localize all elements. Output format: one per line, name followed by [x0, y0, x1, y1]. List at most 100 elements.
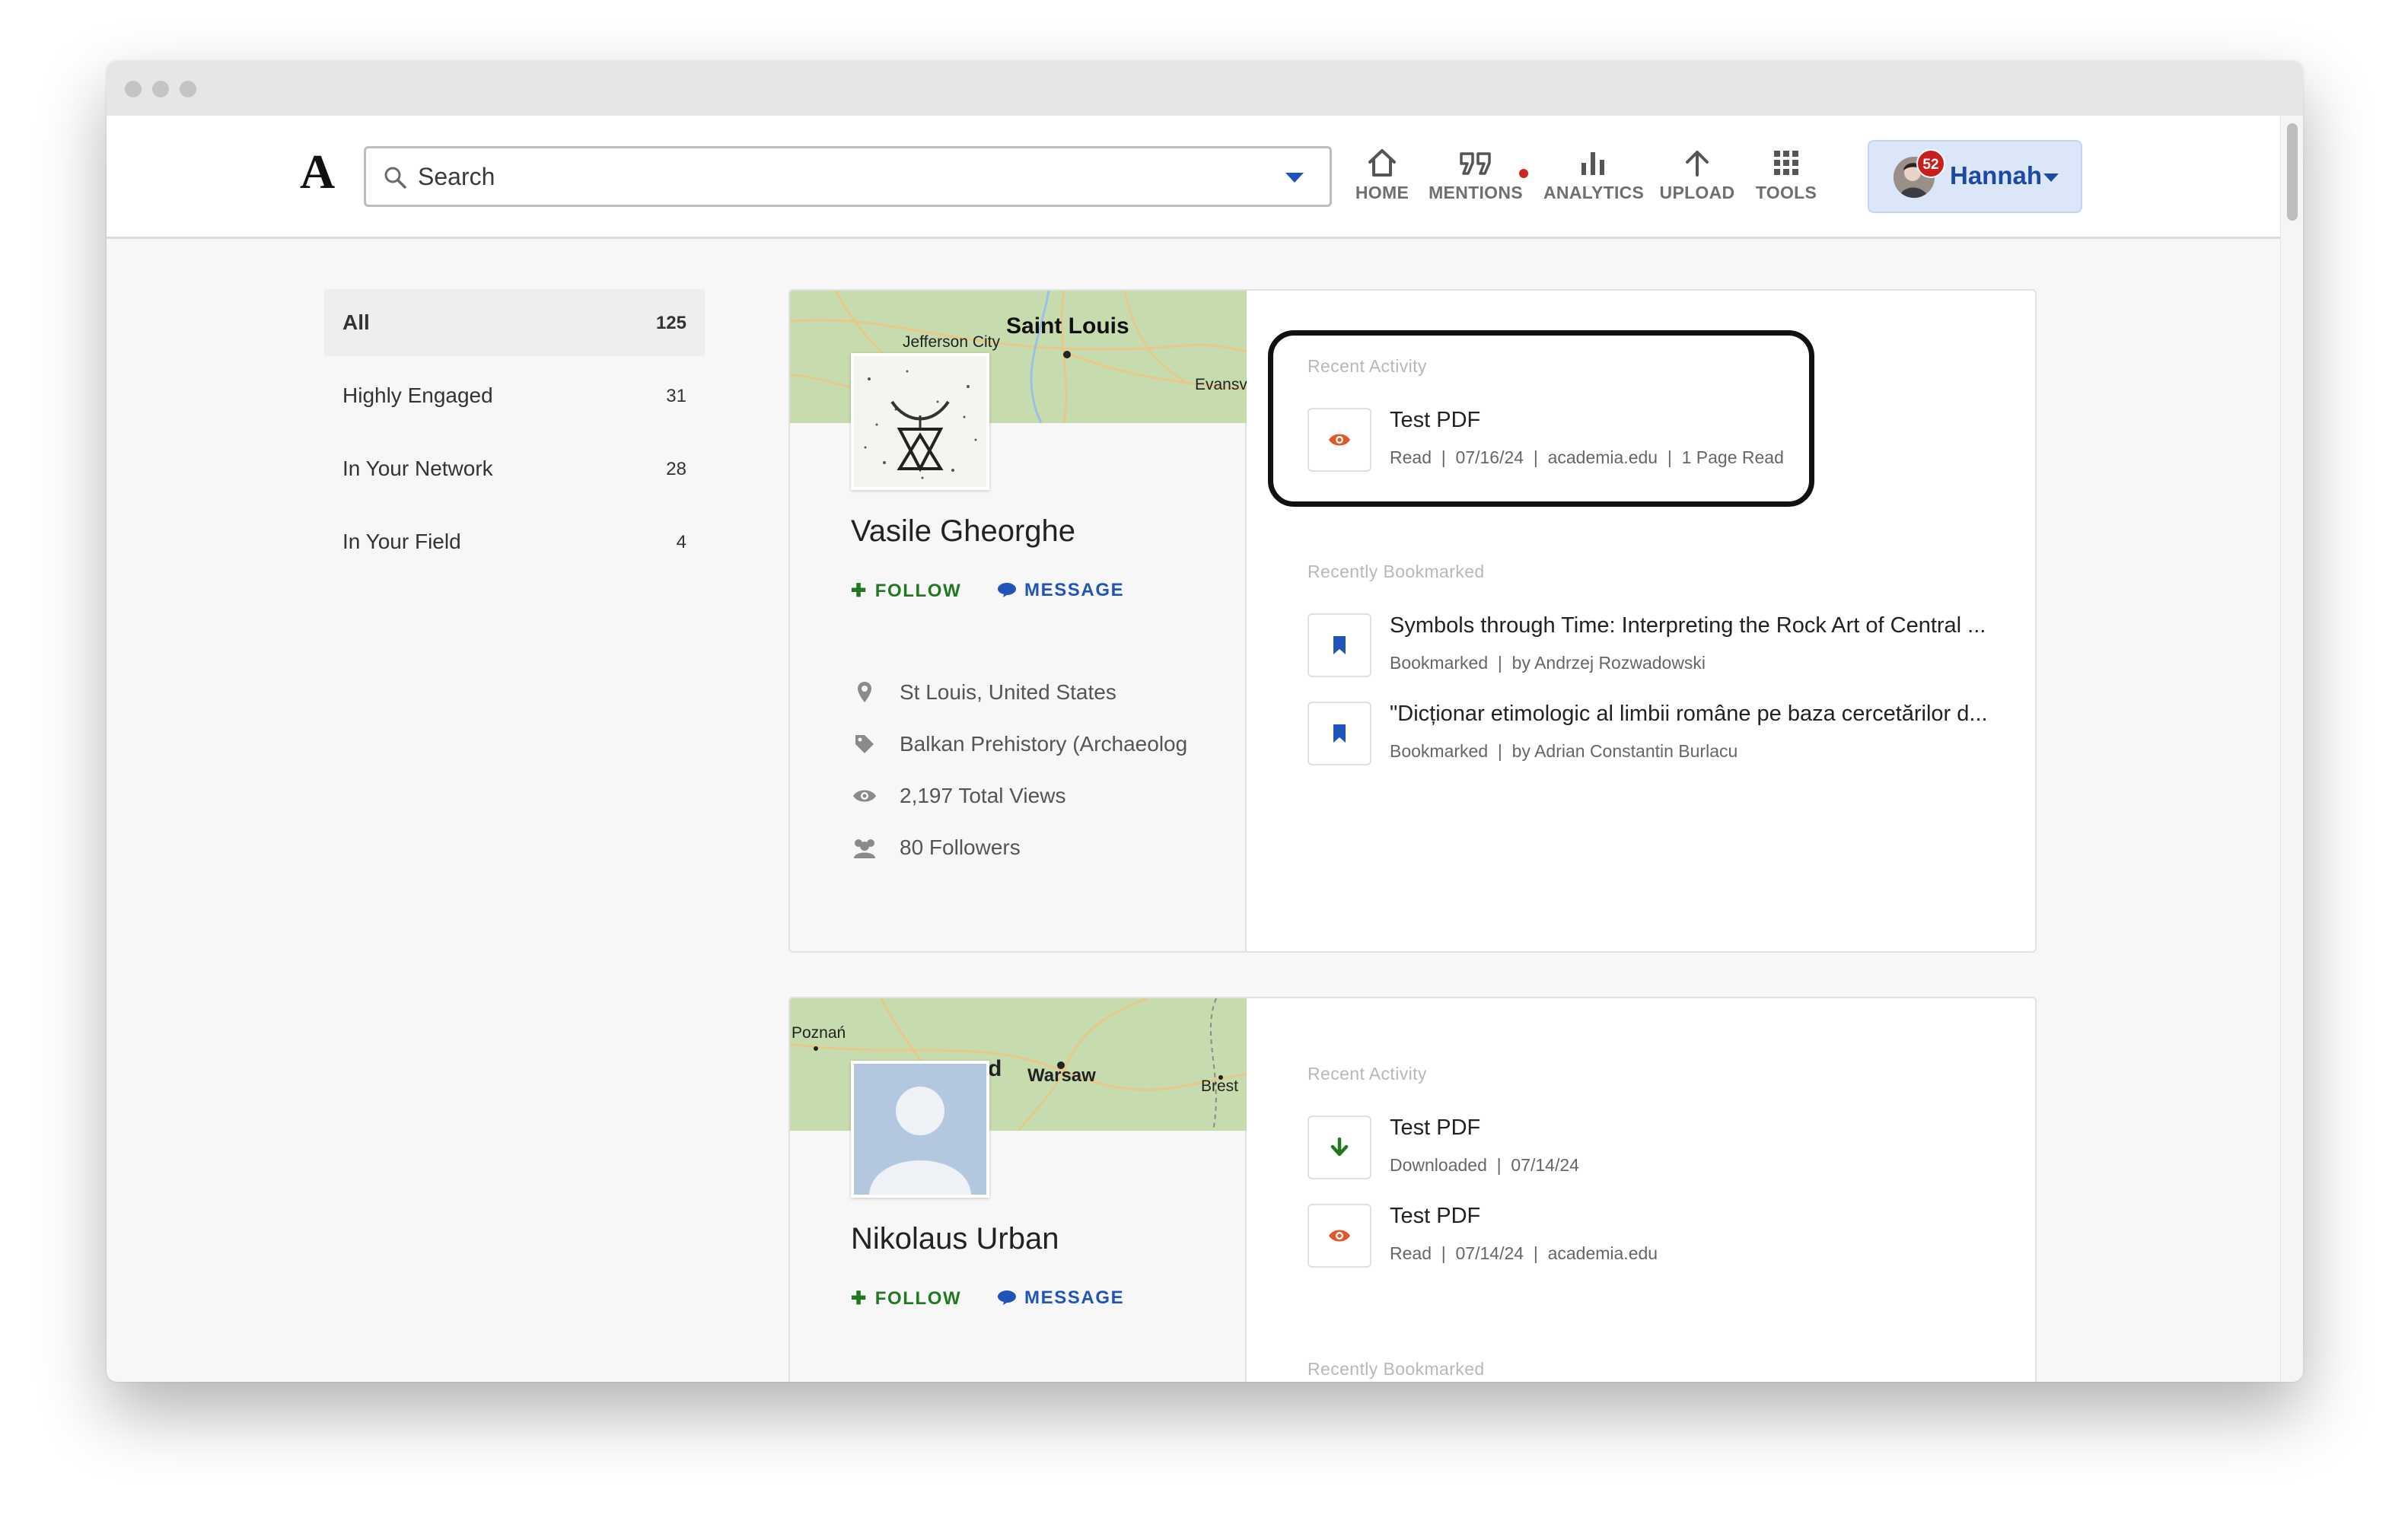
window-close-dot[interactable]	[125, 81, 142, 97]
plus-icon: ✚	[851, 1288, 868, 1309]
sidebar-item-label: In Your Network	[342, 457, 493, 480]
user-name: Hannah	[1950, 161, 2043, 189]
map-label: Brest	[1201, 1077, 1239, 1095]
activity-title[interactable]: Test PDF	[1390, 1115, 1480, 1141]
profile-location: St Louis, United States	[851, 679, 1116, 706]
tag-icon	[855, 735, 874, 753]
download-activity-icon-box	[1308, 1115, 1371, 1179]
nav-mentions-label: MENTIONS	[1429, 183, 1523, 202]
eye-icon	[1329, 1230, 1350, 1242]
rock-art-image	[854, 356, 986, 487]
recently-bookmarked-heading: Recently Bookmarked	[1308, 562, 1485, 581]
sidebar-item-count: 28	[666, 459, 686, 479]
profile-research-field-text: Balkan Prehistory (Archaeolog	[900, 732, 1188, 756]
profile-card: Poznań Warsaw Brest d Nikolaus Urban ✚ FO…	[788, 997, 2037, 1382]
bookmark-item[interactable]: Symbols through Time: Interpreting the R…	[1308, 613, 1992, 682]
search-icon	[384, 167, 406, 189]
chevron-down-icon[interactable]	[1284, 171, 1305, 185]
message-label: MESSAGE	[1024, 580, 1125, 600]
profile-followers: 80 Followers	[851, 834, 1021, 861]
map-pin-icon	[858, 682, 871, 702]
profile-summary-column: Saint Louis Jefferson City Evansvi Vasil…	[790, 291, 1247, 951]
profile-location-text: St Louis, United States	[900, 680, 1116, 704]
download-arrow-icon	[1330, 1138, 1349, 1157]
user-menu-button[interactable]: 52 Hannah	[1868, 140, 2082, 213]
bookmark-icon-box	[1308, 702, 1371, 765]
sidebar-item-count: 125	[655, 313, 686, 333]
bookmark-meta: Bookmarked | by Andrzej Rozwadowski	[1390, 653, 1706, 673]
activity-meta: Read | 07/14/24 | academia.edu	[1390, 1243, 1658, 1263]
map-label: Evansvi	[1195, 376, 1247, 393]
apps-grid-icon	[1774, 151, 1798, 175]
bookmark-icon	[1333, 636, 1346, 654]
sidebar-item-label: In Your Field	[342, 530, 461, 553]
plus-icon: ✚	[851, 581, 868, 601]
window-zoom-dot[interactable]	[180, 81, 196, 97]
map-label: Poznań	[792, 1024, 846, 1042]
map-label-city: Warsaw	[1027, 1065, 1096, 1086]
academia-logo[interactable]: A	[300, 148, 335, 196]
sidebar-item-label: Highly Engaged	[342, 384, 493, 407]
nav-tools[interactable]: TOOLS	[1750, 143, 1822, 203]
browser-window: A Search HOME MENTIONS ANALYTICS UPLOAD …	[107, 61, 2303, 1382]
profile-total-views-text: 2,197 Total Views	[900, 784, 1066, 807]
sidebar-item-count: 4	[676, 532, 686, 552]
window-titlebar	[107, 61, 2303, 116]
search-input[interactable]: Search	[364, 146, 1332, 207]
highlight-annotation	[1268, 330, 1814, 507]
profile-total-views: 2,197 Total Views	[851, 782, 1065, 810]
sidebar-item-in-your-network[interactable]: In Your Network 28	[324, 435, 705, 502]
sidebar-item-highly-engaged[interactable]: Highly Engaged 31	[324, 362, 705, 429]
profile-name[interactable]: Vasile Gheorghe	[851, 514, 1075, 549]
activity-meta: Downloaded | 07/14/24	[1390, 1155, 1579, 1175]
bookmark-title[interactable]: "Dicționar etimologic al limbii române p…	[1390, 702, 1988, 727]
follow-button[interactable]: ✚ FOLLOW	[851, 580, 961, 602]
nav-tools-label: TOOLS	[1755, 183, 1817, 202]
quote-icon	[1460, 152, 1491, 175]
notification-badge: 52	[1916, 149, 1945, 178]
nav-analytics[interactable]: ANALYTICS	[1543, 143, 1644, 203]
scrollbar-thumb[interactable]	[2287, 123, 2298, 221]
upload-arrow-icon	[1686, 151, 1709, 177]
message-button[interactable]: MESSAGE	[997, 580, 1124, 601]
nav-upload[interactable]: UPLOAD	[1659, 143, 1735, 203]
follow-button[interactable]: ✚ FOLLOW	[851, 1287, 961, 1310]
search-placeholder: Search	[418, 163, 495, 190]
profile-research-field: Balkan Prehistory (Archaeolog	[851, 730, 1187, 758]
profile-card: Saint Louis Jefferson City Evansvi Vasil…	[788, 289, 2037, 953]
map-label: Jefferson City	[903, 333, 1000, 351]
nav-mentions[interactable]: MENTIONS	[1428, 143, 1528, 203]
sidebar-item-in-your-field[interactable]: In Your Field 4	[324, 508, 705, 575]
message-label: MESSAGE	[1024, 1287, 1125, 1308]
map-label: d	[988, 1056, 1002, 1081]
follow-label: FOLLOW	[874, 581, 962, 601]
top-header: A Search HOME MENTIONS ANALYTICS UPLOAD …	[107, 116, 2280, 239]
activity-title[interactable]: Test PDF	[1390, 1204, 1480, 1229]
bookmark-title[interactable]: Symbols through Time: Interpreting the R…	[1390, 613, 1986, 638]
bar-chart-icon	[1581, 152, 1604, 175]
bookmark-icon-box	[1308, 613, 1371, 677]
home-icon	[1368, 149, 1396, 177]
message-button[interactable]: MESSAGE	[997, 1287, 1124, 1309]
sidebar-item-all[interactable]: All 125	[324, 289, 705, 356]
eye-icon	[853, 790, 876, 802]
default-avatar-icon	[854, 1064, 986, 1195]
activity-item[interactable]: Test PDF Read | 07/14/24 | academia.edu	[1308, 1204, 1992, 1272]
profile-photo[interactable]	[851, 1061, 989, 1198]
profile-followers-text: 80 Followers	[900, 835, 1021, 859]
bookmark-item[interactable]: "Dicționar etimologic al limbii române p…	[1308, 702, 1992, 770]
map-label-city: Saint Louis	[1006, 313, 1129, 339]
follow-label: FOLLOW	[874, 1288, 962, 1309]
nav-upload-label: UPLOAD	[1659, 183, 1735, 202]
sidebar-item-count: 31	[666, 386, 686, 406]
page-scrollbar[interactable]	[2280, 116, 2303, 1382]
profile-photo[interactable]	[851, 353, 989, 490]
mentions-notification-dot	[1519, 169, 1528, 178]
chat-bubble-icon	[998, 1291, 1016, 1305]
profile-name[interactable]: Nikolaus Urban	[851, 1222, 1059, 1256]
read-activity-icon-box	[1308, 1204, 1371, 1268]
window-minimize-dot[interactable]	[152, 81, 169, 97]
users-group-icon	[854, 839, 875, 858]
activity-item[interactable]: Test PDF Downloaded | 07/14/24	[1308, 1115, 1992, 1184]
nav-home[interactable]: HOME	[1355, 143, 1409, 203]
